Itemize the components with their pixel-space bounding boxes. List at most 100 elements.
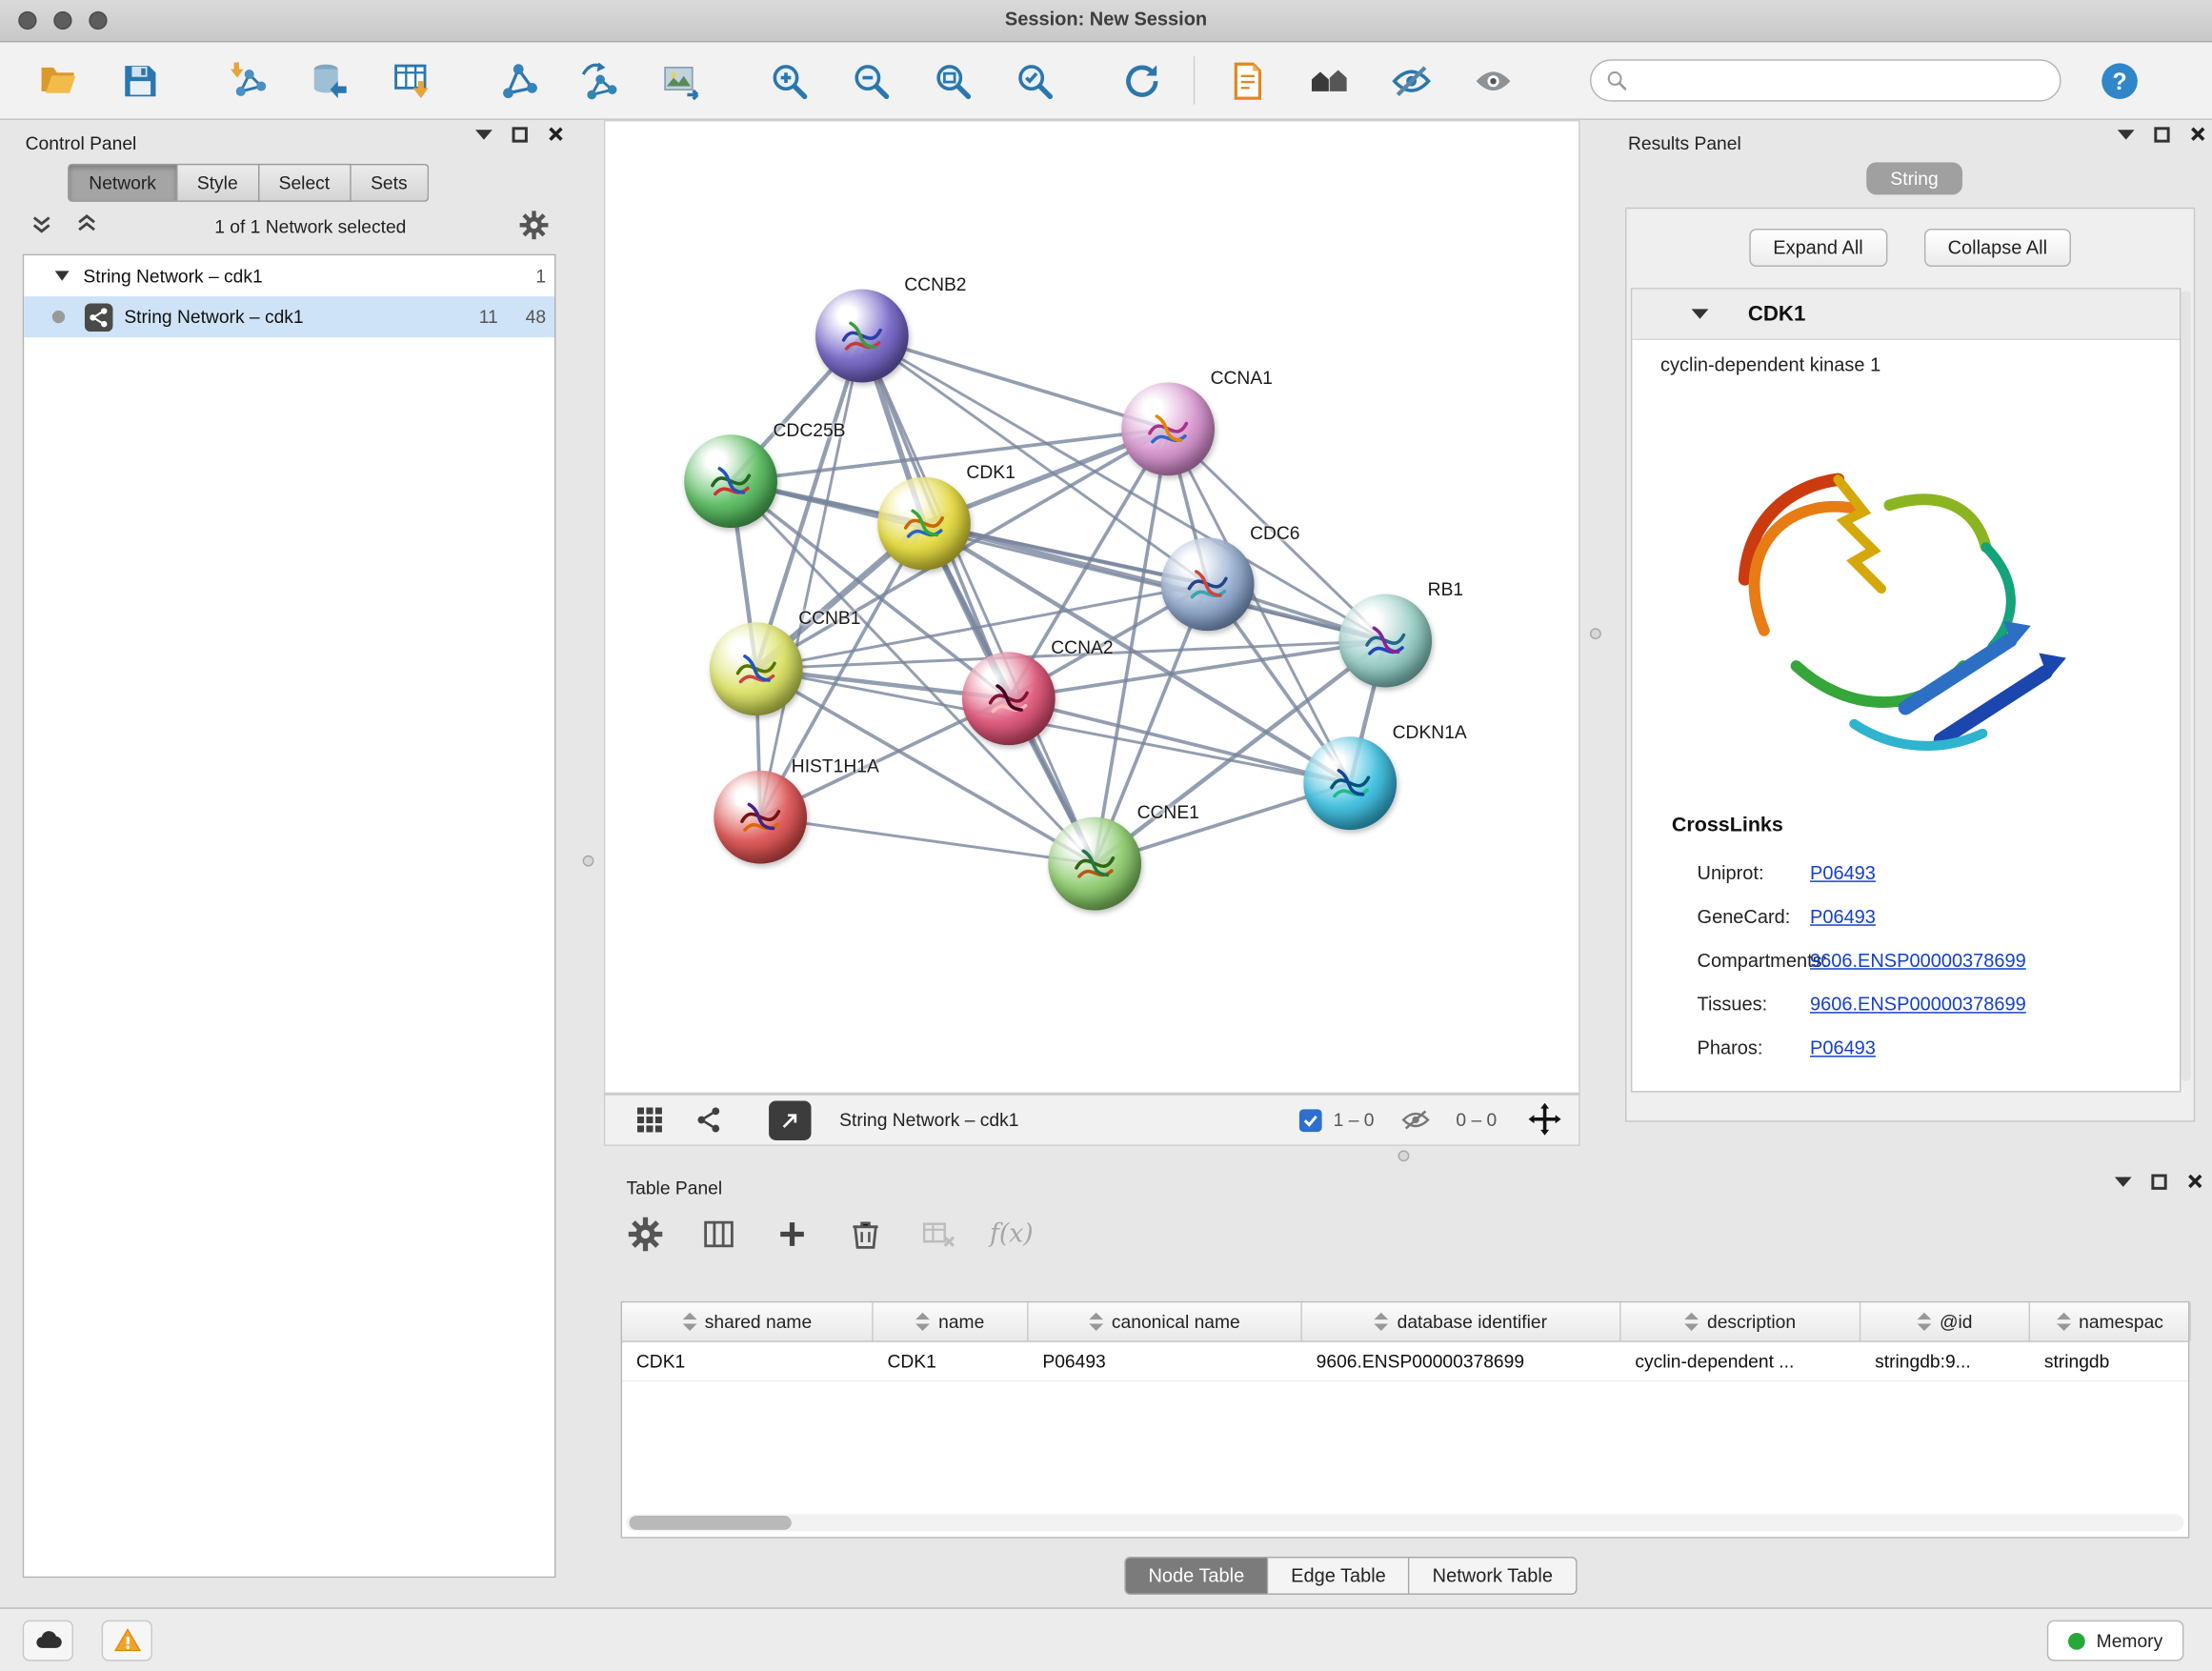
show-all-eye-icon[interactable] [1469,56,1517,104]
column-header[interactable]: description [1621,1302,1861,1340]
column-header[interactable]: name [874,1302,1029,1340]
graph-node-hist1h1a[interactable] [714,771,807,864]
import-network-database-icon[interactable] [305,56,352,104]
network-view-canvas[interactable]: CCNB2CCNA1CDC25BCDK1CDC6RB1CCNB1CCNA2CDK… [604,120,1580,1094]
table-panel-close-icon[interactable] [2186,1173,2203,1190]
selected-checkbox-icon[interactable] [1299,1109,1322,1132]
graph-node-ccna2[interactable] [962,652,1056,745]
tab-sets[interactable]: Sets [351,164,428,202]
open-session-icon[interactable] [34,56,82,104]
table-settings-gear-icon[interactable] [624,1213,666,1255]
graph-node-rb1[interactable] [1338,594,1432,688]
open-in-browser-icon[interactable] [769,1100,811,1139]
import-table-icon[interactable] [387,56,434,104]
tab-select[interactable]: Select [259,164,351,202]
table-cell[interactable]: CDK1 [874,1342,1029,1380]
collapse-all-button[interactable]: Collapse All [1923,229,2071,267]
pan-move-icon[interactable] [1528,1101,1565,1138]
crosslink-link[interactable]: 9606.ENSP00000378699 [1810,950,2026,971]
graph-node-ccnb1[interactable] [710,622,803,715]
network-collection-row[interactable]: String Network – cdk1 1 [24,255,554,296]
results-panel-float-icon[interactable] [2154,127,2169,142]
table-cell[interactable]: P06493 [1029,1342,1302,1380]
add-column-icon[interactable] [771,1213,813,1255]
crosslink-link[interactable]: P06493 [1810,906,1876,927]
new-network-icon[interactable] [493,56,541,104]
zoom-in-icon[interactable] [765,56,813,104]
column-header[interactable]: database identifier [1302,1302,1621,1340]
network-edge[interactable] [862,336,1168,430]
graph-node-cdc25b[interactable] [684,434,777,528]
birdseye-grid-icon[interactable] [631,1101,668,1138]
table-cell[interactable]: CDK1 [622,1342,874,1380]
results-panel-menu-icon[interactable] [2118,130,2135,139]
export-image-icon[interactable] [657,56,705,104]
hidden-eye-slash-icon[interactable] [1397,1101,1434,1138]
collection-expand-icon[interactable] [55,271,70,280]
table-horizontal-scrollbar[interactable] [627,1515,2184,1532]
results-panel-close-icon[interactable] [2189,126,2206,143]
column-header[interactable]: @id [1860,1302,2030,1340]
memory-button[interactable]: Memory [2047,1621,2184,1661]
column-header[interactable]: shared name [622,1302,874,1340]
column-header[interactable]: namespac [2030,1302,2191,1340]
column-header[interactable]: canonical name [1029,1302,1302,1340]
crosslink-link[interactable]: 9606.ENSP00000378699 [1810,994,2026,1015]
control-panel-close-icon[interactable] [548,126,565,143]
zoom-out-icon[interactable] [847,56,895,104]
table-cell[interactable]: stringdb [2030,1342,2191,1380]
network-edge[interactable] [862,336,1095,864]
delete-column-trash-icon[interactable] [844,1213,886,1255]
crosslink-link[interactable]: P06493 [1810,862,1876,883]
control-panel-menu-icon[interactable] [475,130,493,139]
crosslink-link[interactable]: P06493 [1810,1037,1876,1058]
refresh-icon[interactable] [1117,56,1165,104]
table-cell[interactable]: cyclin-dependent ... [1621,1342,1861,1380]
graph-node-cdk1[interactable] [877,477,971,571]
splitter-handle-bottom[interactable] [1398,1150,1410,1161]
expand-all-networks-icon[interactable] [76,213,102,239]
home-panels-icon[interactable] [1305,56,1353,104]
tab-string[interactable]: String [1866,162,1962,194]
tab-network[interactable]: Network [68,164,177,202]
graph-node-ccnb2[interactable] [815,290,909,383]
tab-edge-table[interactable]: Edge Table [1268,1557,1410,1595]
table-cell[interactable]: 9606.ENSP00000378699 [1302,1342,1621,1380]
tab-node-table[interactable]: Node Table [1124,1557,1268,1595]
zoom-fit-icon[interactable] [928,56,975,104]
search-input[interactable] [1637,70,2045,91]
results-scrollbar[interactable] [2181,291,2190,1081]
graph-node-ccna1[interactable] [1121,382,1215,475]
table-cell[interactable]: stringdb:9... [1860,1342,2030,1380]
network-row-selected[interactable]: String Network – cdk1 11 48 [24,296,554,337]
annotations-icon[interactable] [1223,56,1271,104]
show-columns-icon[interactable] [697,1213,739,1255]
table-panel-menu-icon[interactable] [2115,1177,2132,1186]
tab-network-table[interactable]: Network Table [1410,1557,1577,1595]
network-edge[interactable] [760,817,1095,864]
table-panel-float-icon[interactable] [2151,1174,2166,1189]
help-icon[interactable]: ? [2095,56,2142,104]
network-edge[interactable] [760,336,862,817]
expand-all-button[interactable]: Expand All [1749,229,1887,267]
control-panel-float-icon[interactable] [513,127,528,142]
cloud-status-button[interactable] [23,1621,73,1661]
warnings-button[interactable] [102,1621,152,1661]
table-row[interactable]: CDK1CDK1P064939606.ENSP00000378699cyclin… [622,1342,2188,1381]
save-session-icon[interactable] [115,56,163,104]
search-box[interactable] [1590,59,2061,101]
hide-selected-eye-slash-icon[interactable] [1387,56,1435,104]
splitter-handle-right[interactable] [1590,628,1601,639]
import-network-file-icon[interactable] [223,56,271,104]
graph-node-cdc6[interactable] [1161,537,1255,631]
collapse-all-networks-icon[interactable] [31,213,57,239]
share-network-icon[interactable] [690,1101,727,1138]
graph-node-ccne1[interactable] [1048,817,1141,911]
splitter-handle-left[interactable] [583,856,594,867]
network-from-selection-icon[interactable] [575,56,623,104]
zoom-selected-icon[interactable] [1010,56,1057,104]
entry-collapse-icon[interactable] [1692,309,1709,318]
graph-node-cdkn1a[interactable] [1303,736,1397,830]
network-options-gear-icon[interactable] [519,211,551,242]
scrollbar-thumb[interactable] [629,1516,791,1530]
